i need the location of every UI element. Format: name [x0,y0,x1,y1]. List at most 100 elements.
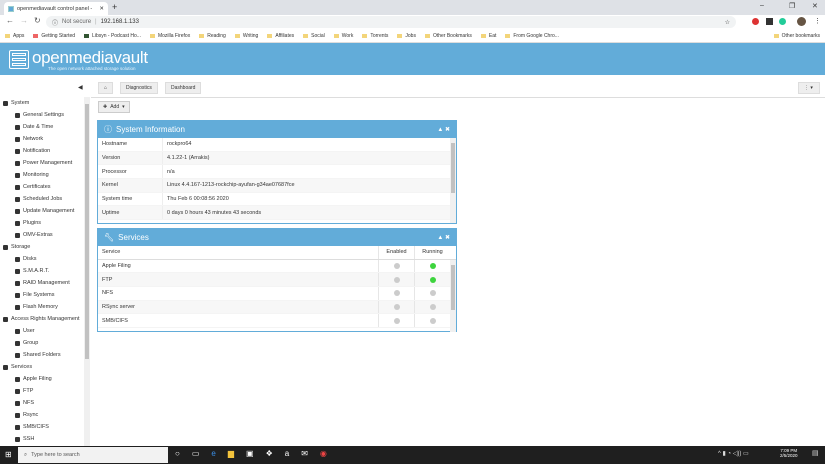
star-icon[interactable]: ☆ [725,19,730,26]
collapse-sidebar-icon[interactable]: ◀ [78,84,83,91]
bookmark[interactable]: Apps [5,33,24,39]
wrench-icon: 🔧︎ [104,233,115,242]
home-button[interactable]: ⌂ [98,82,114,94]
cortana-icon[interactable]: ○ [175,449,180,458]
add-button[interactable]: ✚ Add ▾ [98,101,130,113]
sidebar-item[interactable]: SMB/CIFS [0,421,89,433]
security-label: Not secure [62,19,92,25]
sidebar-item[interactable]: SSH [0,433,89,445]
sidebar-item[interactable]: Power Management [0,157,89,169]
file-explorer-icon[interactable]: ▆ [228,449,234,458]
sidebar-item[interactable]: Scheduled Jobs [0,193,89,205]
service-name: RSync server [102,304,136,311]
sidebar-group-system[interactable]: System [0,97,89,109]
bookmark[interactable]: Reading [199,33,226,39]
sidebar-item[interactable]: OMV-Extras [0,229,89,241]
clock[interactable]: 7:09 PM 2/5/2020 [780,448,798,458]
sidebar-group-services[interactable]: Services [0,361,89,373]
taskbar-search[interactable]: ⌕ Type here to search [18,447,168,463]
sidebar-item[interactable]: Rsync [0,409,89,421]
minimize-button[interactable]: – [760,2,764,9]
settings-menu-button[interactable]: ⋮ ▾ [798,82,820,94]
bookmark[interactable]: From Google Chro... [505,33,559,39]
sidebar-item[interactable]: Plugins [0,217,89,229]
sidebar-item[interactable]: Disks [0,253,89,265]
panel-scrollbar[interactable] [450,138,456,223]
bookmark[interactable]: Getting Started [33,33,75,39]
bookmarks-bar: Apps Getting Started Libsyn - Podcast Ho… [0,30,825,43]
notification-icon[interactable]: ▤ [812,449,819,457]
sidebar-item[interactable]: Shared Folders [0,349,89,361]
chrome-icon[interactable]: ◉ [320,449,327,458]
services-panel: 🔧︎ Services ▲ ✖ Service Enabled Running Appl… [97,228,457,332]
bookmark[interactable]: Other Bookmarks [424,33,472,39]
close-tab-icon[interactable]: ✕ [99,6,104,12]
bookmark[interactable]: Writing [234,33,258,39]
back-icon[interactable]: ← [6,16,14,25]
browser-tab[interactable]: openmediavault control panel - ✕ [4,2,108,15]
bookmark[interactable]: Torrents [362,33,388,39]
menu-icon[interactable]: ⋮ [814,17,821,25]
task-view-icon[interactable]: ▭ [192,449,200,458]
reload-icon[interactable]: ↻ [34,16,41,25]
service-row[interactable]: FTP [98,273,450,288]
service-row[interactable]: SMB/CIFS [98,314,450,329]
bookmark[interactable]: Affiliates [267,33,294,39]
sidebar-item[interactable]: NFS [0,397,89,409]
sidebar-item[interactable]: User [0,325,89,337]
sidebar-item[interactable]: RAID Management [0,277,89,289]
sidebar-item[interactable]: FTP [0,385,89,397]
sidebar-item[interactable]: Date & Time [0,121,89,133]
system-information-panel: ⓘ System Information ▲ ✖ Hostname rockpro64… [97,120,457,224]
service-row[interactable]: NFS [98,287,450,301]
restore-button[interactable]: ❐ [789,2,795,10]
bookmark[interactable]: Libsyn - Podcast Ho... [84,33,141,39]
url-input[interactable]: 192.168.1.133 [101,19,139,25]
close-window-button[interactable]: ✕ [812,2,818,10]
bookmark[interactable]: Eat [480,33,496,39]
sidebar-item[interactable]: Monitoring [0,169,89,181]
sidebar-group-storage[interactable]: Storage [0,241,89,253]
mail-icon[interactable]: ✉ [301,449,308,458]
sidebar-item[interactable]: Update Management [0,205,89,217]
extension-icon[interactable] [766,18,773,25]
panel-scrollbar[interactable] [450,259,456,332]
info-row: Kernel Linux 4.4.167-1213-rockchip-ayufan… [98,179,456,193]
edge-icon[interactable]: e [211,449,215,458]
sidebar-item[interactable]: Apple Filing [0,373,89,385]
sidebar-item[interactable]: S.M.A.R.T. [0,265,89,277]
sidebar-item[interactable]: Notification [0,145,89,157]
breadcrumb-diagnostics[interactable]: Diagnostics [120,82,158,94]
sidebar-item[interactable]: File Systems [0,289,89,301]
amazon-icon[interactable]: a [285,449,289,458]
breadcrumb-dashboard[interactable]: Dashboard [165,82,202,94]
extension-icon[interactable] [779,18,786,25]
logo-icon [9,50,29,69]
bookmark[interactable]: Jobs [397,33,416,39]
collapse-close-icons[interactable]: ▲ ✖ [437,126,450,133]
service-row[interactable]: Apple Filing [98,259,450,274]
sidebar-item[interactable]: Flash Memory [0,301,89,313]
sidebar-item[interactable]: Group [0,337,89,349]
bookmark[interactable]: Social [303,33,325,39]
sidebar-item[interactable]: General Settings [0,109,89,121]
system-tray-icons[interactable]: ^ ▮ ◔ ◁)) ▭ [718,450,749,457]
service-row[interactable]: RSync server [98,300,450,315]
info-row: Uptime 0 days 0 hours 43 minutes 43 secon… [98,206,456,221]
collapse-close-icons[interactable]: ▲ ✖ [437,234,450,241]
extension-icon[interactable] [752,18,759,25]
sidebar-item[interactable]: Network [0,133,89,145]
address-bar[interactable]: ⓘ Not secure | 192.168.1.133 ☆ [46,16,736,28]
forward-icon[interactable]: → [20,16,28,25]
sidebar-item[interactable]: Certificates [0,181,89,193]
other-bookmarks[interactable]: Other bookmarks [773,33,820,39]
avatar[interactable] [797,17,806,26]
sidebar-group-access[interactable]: Access Rights Management [0,313,89,325]
dropbox-icon[interactable]: ❖ [266,449,273,458]
store-icon[interactable]: ▣ [246,449,254,458]
bookmark[interactable]: Work [333,33,353,39]
bookmark[interactable]: Mozilla Firefox [149,33,190,39]
new-tab-button[interactable]: + [112,2,117,12]
windows-start-icon[interactable]: ⊞ [5,450,12,459]
sidebar-scroll-thumb[interactable] [85,104,89,359]
